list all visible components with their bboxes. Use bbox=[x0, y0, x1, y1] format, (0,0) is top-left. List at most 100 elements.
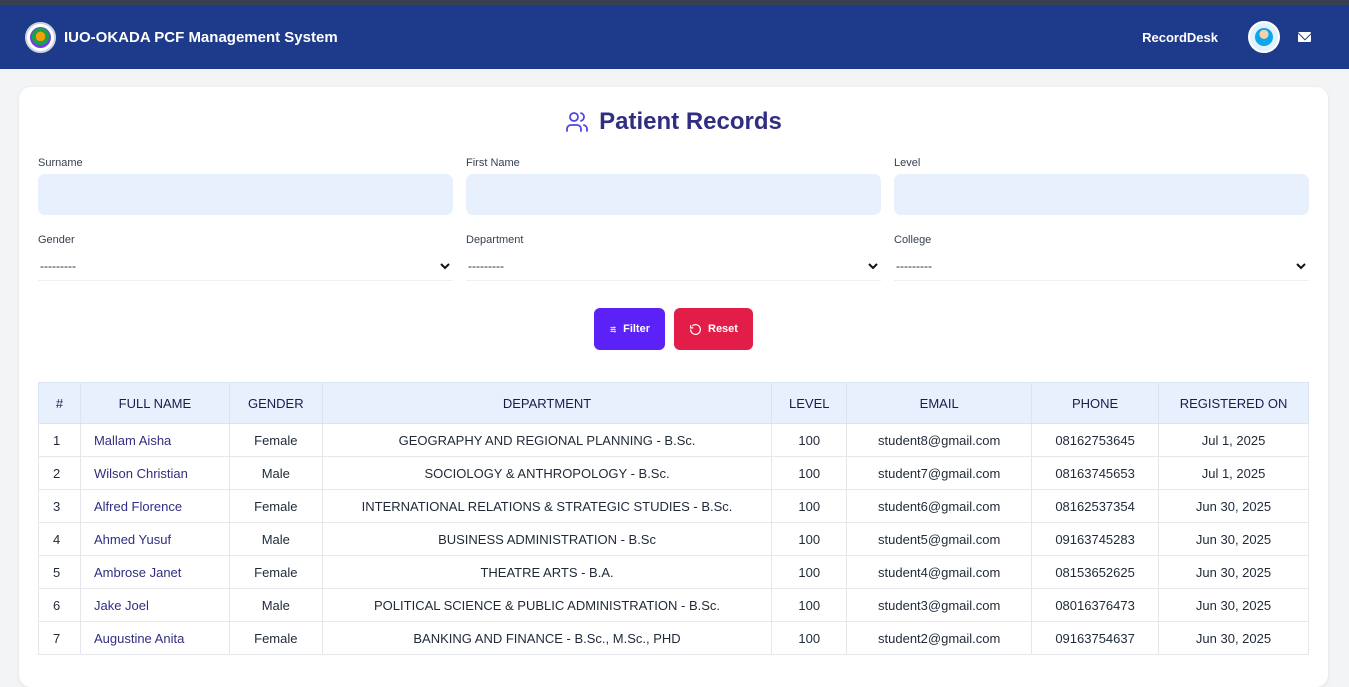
table-row[interactable]: 2 Wilson Christian Male SOCIOLOGY & ANTH… bbox=[38, 456, 1309, 490]
first-name-label: First Name bbox=[466, 157, 520, 169]
filter-form: Surname First Name Level Gender --------… bbox=[38, 157, 1309, 281]
email-cell: student4@gmail.com bbox=[846, 555, 1033, 589]
phone-cell: 09163745283 bbox=[1031, 522, 1160, 556]
gender-cell: Female bbox=[228, 555, 323, 589]
phone-cell: 09163754637 bbox=[1031, 621, 1160, 655]
gender-cell: Female bbox=[228, 489, 323, 523]
department-cell: INTERNATIONAL RELATIONS & STRATEGIC STUD… bbox=[321, 489, 773, 523]
patient-name-link[interactable]: Augustine Anita bbox=[79, 621, 230, 655]
patient-name-link[interactable]: Ambrose Janet bbox=[79, 555, 230, 589]
table-header: # FULL NAME GENDER DEPARTMENT LEVEL EMAI… bbox=[38, 382, 1309, 424]
patient-name-link[interactable]: Ahmed Yusuf bbox=[79, 522, 230, 556]
first-name-field-group: First Name bbox=[466, 157, 881, 215]
level-input[interactable] bbox=[894, 174, 1309, 215]
row-number: 4 bbox=[38, 522, 81, 556]
department-cell: BANKING AND FINANCE - B.Sc., M.Sc., PHD bbox=[321, 621, 773, 655]
column-header-department[interactable]: DEPARTMENT bbox=[321, 382, 773, 424]
level-cell: 100 bbox=[771, 555, 848, 589]
college-select[interactable]: --------- bbox=[894, 251, 1309, 281]
level-cell: 100 bbox=[771, 621, 848, 655]
surname-label: Surname bbox=[38, 157, 83, 169]
sliders-icon bbox=[610, 325, 616, 333]
college-label: College bbox=[894, 234, 932, 246]
navbar: IUO-OKADA PCF Management System RecordDe… bbox=[0, 5, 1349, 69]
user-avatar[interactable] bbox=[1248, 21, 1280, 53]
rotate-ccw-icon bbox=[690, 323, 701, 335]
nav-link-recorddesk[interactable]: RecordDesk bbox=[1142, 30, 1218, 45]
phone-cell: 08153652625 bbox=[1031, 555, 1160, 589]
column-header-full-name[interactable]: FULL NAME bbox=[79, 382, 230, 424]
email-cell: student2@gmail.com bbox=[846, 621, 1033, 655]
column-header-registered-on[interactable]: REGISTERED ON bbox=[1158, 382, 1309, 424]
email-cell: student6@gmail.com bbox=[846, 489, 1033, 523]
college-field-group: College --------- bbox=[894, 234, 1309, 281]
surname-input[interactable] bbox=[38, 174, 453, 215]
app-title: IUO-OKADA PCF Management System bbox=[64, 28, 338, 46]
patient-name-link[interactable]: Alfred Florence bbox=[79, 489, 230, 523]
department-selected-value: --------- bbox=[468, 258, 504, 273]
phone-cell: 08163745653 bbox=[1031, 456, 1160, 490]
reset-button-label: Reset bbox=[708, 323, 738, 335]
gender-cell: Female bbox=[228, 621, 323, 655]
page-heading: Patient Records bbox=[38, 107, 1309, 137]
table-row[interactable]: 1 Mallam Aisha Female GEOGRAPHY AND REGI… bbox=[38, 423, 1309, 457]
filter-actions: Filter Reset bbox=[38, 308, 1309, 350]
registered-on-cell: Jul 1, 2025 bbox=[1158, 423, 1309, 457]
table-body: 1 Mallam Aisha Female GEOGRAPHY AND REGI… bbox=[38, 423, 1309, 655]
column-header-gender[interactable]: GENDER bbox=[228, 382, 323, 424]
level-cell: 100 bbox=[771, 522, 848, 556]
table-row[interactable]: 6 Jake Joel Male POLITICAL SCIENCE & PUB… bbox=[38, 588, 1309, 622]
gender-cell: Male bbox=[228, 522, 323, 556]
row-number: 1 bbox=[38, 423, 81, 457]
filter-button[interactable]: Filter bbox=[594, 308, 665, 350]
table-row[interactable]: 3 Alfred Florence Female INTERNATIONAL R… bbox=[38, 489, 1309, 523]
email-cell: student3@gmail.com bbox=[846, 588, 1033, 622]
department-select[interactable]: --------- bbox=[466, 251, 881, 281]
gender-selected-value: --------- bbox=[40, 258, 76, 273]
row-number: 5 bbox=[38, 555, 81, 589]
gender-select[interactable]: --------- bbox=[38, 251, 453, 281]
phone-cell: 08016376473 bbox=[1031, 588, 1160, 622]
patient-name-link[interactable]: Wilson Christian bbox=[79, 456, 230, 490]
row-number: 6 bbox=[38, 588, 81, 622]
column-header-email[interactable]: EMAIL bbox=[846, 382, 1033, 424]
registered-on-cell: Jun 30, 2025 bbox=[1158, 555, 1309, 589]
first-name-input[interactable] bbox=[466, 174, 881, 215]
column-header-phone[interactable]: PHONE bbox=[1031, 382, 1160, 424]
table-row[interactable]: 5 Ambrose Janet Female THEATRE ARTS - B.… bbox=[38, 555, 1309, 589]
email-cell: student5@gmail.com bbox=[846, 522, 1033, 556]
phone-cell: 08162753645 bbox=[1031, 423, 1160, 457]
records-card: Patient Records Surname First Name Level… bbox=[19, 87, 1328, 687]
column-header-number: # bbox=[38, 382, 81, 424]
department-cell: BUSINESS ADMINISTRATION - B.Sc bbox=[321, 522, 773, 556]
filter-button-label: Filter bbox=[623, 323, 650, 335]
patient-name-link[interactable]: Jake Joel bbox=[79, 588, 230, 622]
gender-cell: Male bbox=[228, 588, 323, 622]
registered-on-cell: Jun 30, 2025 bbox=[1158, 489, 1309, 523]
table-row[interactable]: 7 Augustine Anita Female BANKING AND FIN… bbox=[38, 621, 1309, 655]
registered-on-cell: Jun 30, 2025 bbox=[1158, 522, 1309, 556]
page-title: Patient Records bbox=[599, 108, 782, 135]
row-number: 7 bbox=[38, 621, 81, 655]
gender-field-group: Gender --------- bbox=[38, 234, 453, 281]
email-cell: student7@gmail.com bbox=[846, 456, 1033, 490]
table-row[interactable]: 4 Ahmed Yusuf Male BUSINESS ADMINISTRATI… bbox=[38, 522, 1309, 556]
brand[interactable]: IUO-OKADA PCF Management System bbox=[25, 21, 338, 53]
university-logo bbox=[25, 21, 56, 53]
department-field-group: Department --------- bbox=[466, 234, 881, 281]
level-field-group: Level bbox=[894, 157, 1309, 215]
level-label: Level bbox=[894, 157, 921, 169]
registered-on-cell: Jun 30, 2025 bbox=[1158, 588, 1309, 622]
department-cell: POLITICAL SCIENCE & PUBLIC ADMINISTRATIO… bbox=[321, 588, 773, 622]
column-header-level[interactable]: LEVEL bbox=[771, 382, 848, 424]
registered-on-cell: Jun 30, 2025 bbox=[1158, 621, 1309, 655]
reset-button[interactable]: Reset bbox=[674, 308, 753, 350]
department-cell: THEATRE ARTS - B.A. bbox=[321, 555, 773, 589]
mail-icon[interactable] bbox=[1298, 32, 1311, 42]
chevron-down-icon bbox=[440, 262, 450, 269]
department-cell: SOCIOLOGY & ANTHROPOLOGY - B.Sc. bbox=[321, 456, 773, 490]
college-selected-value: --------- bbox=[896, 258, 932, 273]
users-icon bbox=[566, 112, 589, 132]
phone-cell: 08162537354 bbox=[1031, 489, 1160, 523]
patient-name-link[interactable]: Mallam Aisha bbox=[79, 423, 230, 457]
